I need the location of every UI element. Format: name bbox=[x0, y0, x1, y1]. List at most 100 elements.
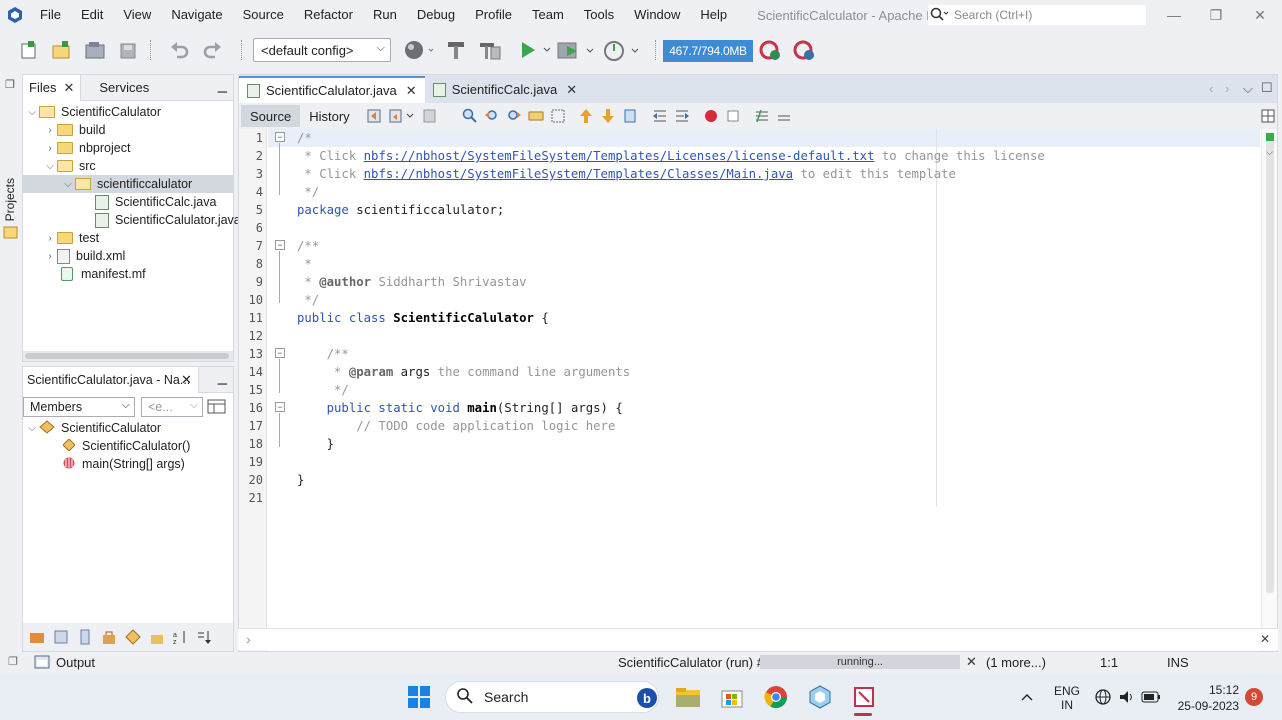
show-nonpublic-icon[interactable] bbox=[99, 627, 119, 647]
nav-item-main[interactable]: main(String[] args) bbox=[63, 455, 185, 473]
bing-icon[interactable]: b bbox=[636, 687, 658, 712]
start-button[interactable] bbox=[404, 682, 434, 712]
show-fields-icon[interactable] bbox=[51, 627, 71, 647]
save-all-icon[interactable] bbox=[115, 38, 141, 62]
chevron-down-icon[interactable] bbox=[405, 107, 415, 125]
tab-scientificcalc-java[interactable]: ScientificCalc.java ✕ bbox=[425, 76, 585, 103]
tree-item-test[interactable]: › test bbox=[43, 229, 99, 247]
volume-icon[interactable] bbox=[1116, 682, 1138, 712]
netbeans-taskbar-icon[interactable] bbox=[805, 682, 835, 712]
scroll-tabs-left-icon[interactable]: ‹ bbox=[1209, 81, 1213, 96]
show-hidden-icons-icon[interactable] bbox=[1012, 682, 1042, 712]
close-icon[interactable]: ✕ bbox=[63, 80, 74, 96]
tree-item-package[interactable]: ⌵ scientificcalulator bbox=[23, 175, 233, 193]
next-bookmark-icon[interactable] bbox=[599, 107, 617, 125]
chevron-right-icon[interactable]: › bbox=[43, 125, 57, 136]
tree-item-src[interactable]: ⌵ src bbox=[43, 157, 95, 175]
scroll-tabs-right-icon[interactable]: › bbox=[1225, 81, 1229, 96]
close-icon[interactable]: ✕ bbox=[406, 83, 417, 99]
running-task-label[interactable]: ScientificCalulator (run) #2 bbox=[618, 655, 771, 670]
nav-item-class[interactable]: ⌵ ScientificCalulator bbox=[25, 419, 161, 437]
restore-window-icon[interactable]: ❐ bbox=[5, 78, 15, 91]
find-next-icon[interactable] bbox=[505, 107, 523, 125]
tab-services[interactable]: Services bbox=[81, 75, 155, 101]
show-inner-classes-icon[interactable] bbox=[123, 627, 143, 647]
no-errors-indicator[interactable] bbox=[1266, 133, 1274, 141]
clock[interactable]: 15:12 25-09-2023 bbox=[1174, 682, 1239, 714]
tree-item-nbproject[interactable]: › nbproject bbox=[43, 139, 130, 157]
tab-source[interactable]: Source bbox=[241, 105, 301, 127]
gc-icon[interactable] bbox=[757, 38, 783, 62]
maximize-editor-icon[interactable]: ☐ bbox=[1261, 80, 1273, 96]
sort-by-name-icon[interactable]: az bbox=[171, 627, 191, 647]
maximize-button[interactable]: ❐ bbox=[1206, 6, 1226, 24]
tree-item-project[interactable]: ⌵ ScientificCalulator bbox=[25, 103, 161, 121]
code-area[interactable]: /* * Click nbfs://nbhost/SystemFileSyste… bbox=[297, 129, 1257, 649]
menu-window[interactable]: Window bbox=[624, 0, 690, 30]
battery-icon[interactable] bbox=[1140, 682, 1162, 712]
comment-icon[interactable] bbox=[753, 107, 771, 125]
forward-icon[interactable] bbox=[421, 107, 439, 125]
undo-icon[interactable] bbox=[166, 38, 192, 62]
sort-by-source-icon[interactable] bbox=[195, 627, 215, 647]
tab-history[interactable]: History bbox=[300, 105, 358, 127]
element-filter-select[interactable]: <e... ⌵ bbox=[141, 397, 203, 417]
tab-scientificcalulator-java[interactable]: ScientificCalulator.java ✕ bbox=[239, 76, 425, 103]
cancel-task-icon[interactable]: ✕ bbox=[966, 654, 977, 670]
license-link[interactable]: nbfs://nbhost/SystemFileSystem/Templates… bbox=[364, 149, 875, 163]
vertical-scrollbar[interactable] bbox=[1261, 129, 1277, 651]
menu-profile[interactable]: Profile bbox=[465, 0, 522, 30]
menu-view[interactable]: View bbox=[113, 0, 161, 30]
find-previous-icon[interactable] bbox=[483, 107, 501, 125]
chevron-down-icon[interactable]: ⌵ bbox=[25, 423, 39, 434]
more-tasks-link[interactable]: (1 more...) bbox=[986, 655, 1046, 670]
minimize-panel-icon[interactable]: ▁ bbox=[218, 79, 227, 93]
clean-build-icon[interactable] bbox=[477, 38, 503, 62]
tab-navigator[interactable]: ScientificCalulator.java - Na... bbox=[23, 367, 199, 393]
close-icon[interactable]: ✕ bbox=[566, 82, 577, 98]
microsoft-store-icon[interactable] bbox=[717, 682, 747, 712]
memory-usage-indicator[interactable]: 467.7/794.0MB bbox=[663, 40, 753, 62]
menu-debug[interactable]: Debug bbox=[407, 0, 465, 30]
new-project-icon[interactable] bbox=[48, 38, 74, 62]
language-indicator[interactable]: ENG IN bbox=[1054, 684, 1080, 712]
find-icon[interactable] bbox=[461, 107, 479, 125]
open-project-icon[interactable] bbox=[82, 38, 108, 62]
profile-gc-icon[interactable] bbox=[791, 38, 817, 62]
config-select[interactable]: <default config> ⌵ bbox=[253, 38, 391, 62]
profile-project-icon[interactable] bbox=[602, 38, 642, 62]
tab-files[interactable]: Files ✕ bbox=[23, 74, 82, 101]
menu-file[interactable]: File bbox=[30, 0, 71, 30]
taskbar-search[interactable]: Search b bbox=[445, 681, 659, 713]
chevron-right-icon[interactable]: › bbox=[43, 143, 57, 154]
chevron-down-icon[interactable]: ⌵ bbox=[25, 107, 39, 118]
previous-bookmark-icon[interactable] bbox=[577, 107, 595, 125]
uncomment-icon[interactable] bbox=[775, 107, 793, 125]
tree-item-build-xml[interactable]: › build.xml bbox=[43, 247, 125, 265]
close-icon[interactable]: ✕ bbox=[1260, 632, 1270, 646]
toggle-rect-selection-icon[interactable] bbox=[549, 107, 567, 125]
shift-left-icon[interactable] bbox=[651, 107, 669, 125]
output-tab[interactable]: Output bbox=[56, 655, 95, 670]
inherited-members-icon[interactable] bbox=[27, 627, 47, 647]
projects-icon[interactable] bbox=[3, 224, 19, 243]
menu-source[interactable]: Source bbox=[233, 0, 294, 30]
menu-team[interactable]: Team bbox=[522, 0, 574, 30]
chevron-down-icon[interactable]: ⌵ bbox=[1266, 147, 1273, 158]
chevron-down-icon[interactable]: ⌵ bbox=[43, 161, 57, 172]
run-dropdown-icon[interactable] bbox=[540, 38, 554, 62]
minimize-panel-icon[interactable]: ▁ bbox=[218, 371, 227, 385]
network-icon[interactable] bbox=[1092, 682, 1114, 712]
fold-toggle-icon[interactable]: − bbox=[275, 348, 285, 358]
expand-arrow-icon[interactable]: › bbox=[246, 631, 251, 647]
template-link[interactable]: nbfs://nbhost/SystemFileSystem/Templates… bbox=[364, 167, 793, 181]
build-hammer-icon[interactable] bbox=[443, 38, 469, 62]
chrome-icon[interactable] bbox=[761, 682, 791, 712]
menu-navigate[interactable]: Navigate bbox=[161, 0, 232, 30]
shift-right-icon[interactable] bbox=[673, 107, 691, 125]
back-icon[interactable] bbox=[387, 107, 405, 125]
menu-run[interactable]: Run bbox=[363, 0, 407, 30]
toggle-bookmark-icon[interactable] bbox=[621, 107, 639, 125]
tree-item-manifest[interactable]: manifest.mf bbox=[61, 265, 146, 283]
toggle-highlight-icon[interactable] bbox=[527, 107, 545, 125]
